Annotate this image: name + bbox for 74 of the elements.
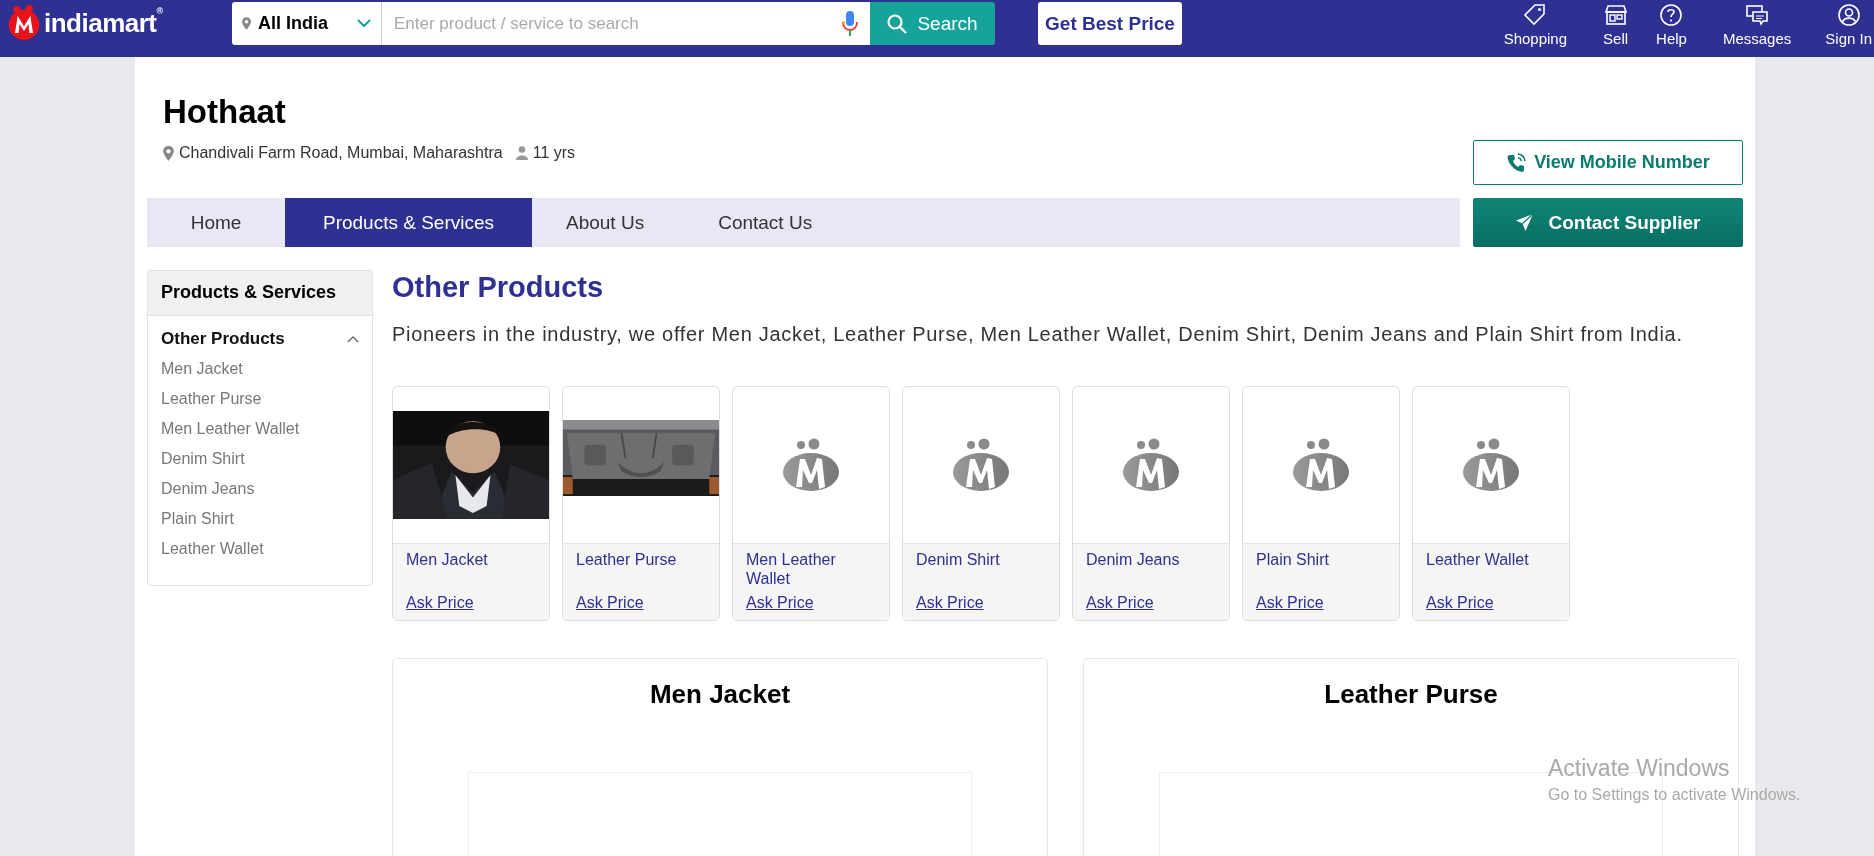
logo-icon — [6, 5, 42, 41]
search-icon — [887, 13, 908, 34]
location-select[interactable]: All India — [232, 2, 382, 45]
product-name[interactable]: Leather Purse — [576, 550, 706, 588]
product-name[interactable]: Denim Shirt — [916, 550, 1046, 588]
product-title: Men Jacket — [649, 679, 791, 710]
send-icon — [1515, 213, 1535, 232]
years-label: 11 yrs — [532, 144, 576, 162]
sidebar-item[interactable]: Men Leather Wallet — [148, 414, 372, 444]
product-name[interactable]: Denim Jeans — [1086, 550, 1216, 588]
nav-link[interactable]: Shopping — [1493, 3, 1578, 47]
user-icon — [1836, 3, 1861, 27]
help-icon — [1659, 3, 1684, 27]
product-title: Leather Purse — [1324, 679, 1498, 710]
store-icon — [1603, 3, 1628, 27]
activation-hint: Go to Settings to activate Windows. — [1548, 786, 1801, 804]
contact-supplier-button[interactable]: Contact Supplier — [1473, 198, 1743, 247]
sidebar-item[interactable]: Leather Purse — [148, 384, 372, 414]
product-card[interactable]: Men Leather Wallet Ask Price — [732, 386, 890, 621]
person-icon — [515, 146, 528, 160]
product-card[interactable]: Denim Jeans Ask Price — [1072, 386, 1230, 621]
section-title: Other Products — [392, 270, 605, 304]
placeholder-logo-icon — [1461, 437, 1521, 493]
sidebar-item[interactable]: Plain Shirt — [148, 504, 372, 534]
chevron-down-icon — [357, 19, 371, 28]
nav-tab[interactable]: Home — [147, 198, 285, 247]
view-mobile-button[interactable]: View Mobile Number — [1473, 140, 1743, 185]
sidebar-item[interactable]: Denim Jeans — [148, 474, 372, 504]
placeholder-logo-icon — [951, 437, 1011, 493]
nav-link[interactable]: Sign In — [1815, 3, 1874, 47]
product-card[interactable]: Leather Wallet Ask Price — [1412, 386, 1570, 621]
ask-price-link[interactable]: Ask Price — [1426, 594, 1556, 612]
ask-price-link[interactable]: Ask Price — [916, 594, 1046, 612]
phone-icon — [1506, 152, 1527, 173]
company-name: Hothaat — [163, 93, 287, 131]
product-name[interactable]: Men Leather Wallet — [746, 550, 876, 588]
product-name[interactable]: Leather Wallet — [1426, 550, 1556, 588]
microphone-icon — [842, 11, 858, 37]
product-name[interactable]: Plain Shirt — [1256, 550, 1386, 588]
get-best-price-button[interactable]: Get Best Price — [1038, 2, 1182, 45]
product-name[interactable]: Men Jacket — [406, 550, 536, 588]
sidebar-item[interactable]: Denim Shirt — [148, 444, 372, 474]
sidebar-item[interactable]: Leather Wallet — [148, 534, 372, 564]
ask-price-link[interactable]: Ask Price — [1086, 594, 1216, 612]
location-pin-icon — [242, 17, 251, 30]
sidebar-item[interactable]: Men Jacket — [148, 354, 372, 384]
product-card[interactable]: Denim Shirt Ask Price — [902, 386, 1060, 621]
product-card[interactable]: Leather Purse Ask Price — [562, 386, 720, 621]
nav-link[interactable]: Sell — [1593, 3, 1639, 47]
sidebar-title: Products & Services — [148, 271, 372, 316]
placeholder-logo-icon — [1121, 437, 1181, 493]
nav-tab[interactable]: Contact Us — [678, 198, 853, 247]
placeholder-logo-icon — [781, 437, 841, 493]
product-card[interactable]: Plain Shirt Ask Price — [1242, 386, 1400, 621]
category-header[interactable]: Other Products — [148, 316, 372, 354]
nav-tab[interactable]: About Us — [532, 198, 679, 247]
ask-price-link[interactable]: Ask Price — [406, 594, 536, 612]
ask-price-link[interactable]: Ask Price — [746, 594, 876, 612]
chevron-up-icon — [347, 335, 359, 343]
logo-text[interactable]: indiamart$^{®}$ — [44, 7, 163, 39]
nav-tab[interactable]: Products & Services — [285, 198, 532, 247]
activation-title: Activate Windows — [1548, 755, 1731, 782]
company-address: Chandivali Farm Road, Mumbai, Maharashtra — [179, 144, 503, 162]
ask-price-link[interactable]: Ask Price — [1256, 594, 1386, 612]
location-pin-icon — [163, 145, 174, 161]
section-description: Pioneers in the industry, we offer Men Jacket, Leather Purse, Men Leather Wallet, Denim Shirt, Denim Jeans and Plain Shirt from India. — [392, 323, 1684, 346]
tag-icon — [1523, 3, 1548, 27]
product-card[interactable]: Men Jacket Ask Price — [392, 386, 550, 621]
placeholder-logo-icon — [1291, 437, 1351, 493]
nav-link[interactable]: Help — [1646, 3, 1697, 47]
chat-icon — [1745, 3, 1770, 27]
nav-link[interactable]: Messages — [1712, 3, 1802, 47]
ask-price-link[interactable]: Ask Price — [576, 594, 706, 612]
search-field[interactable]: Enter product / service to search — [382, 2, 870, 45]
